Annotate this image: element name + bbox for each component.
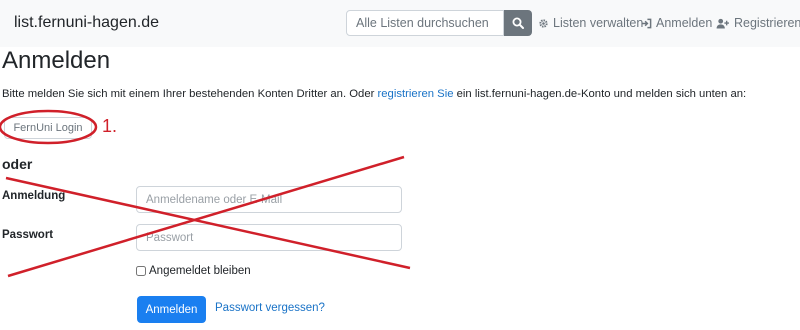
sign-in-icon — [641, 18, 652, 28]
login-label: Anmeldung — [2, 190, 66, 202]
gear-icon — [539, 18, 548, 28]
step-label: 1. — [102, 116, 118, 136]
nav-manage-lists-label: Listen verwalten — [553, 16, 644, 30]
annotation-overlay — [0, 109, 411, 278]
password-label: Passwort — [2, 229, 54, 241]
remember-me-checkbox[interactable] — [136, 266, 146, 276]
forgot-password-link[interactable]: Passwort vergessen? — [215, 302, 325, 314]
intro-text-before: Bitte melden Sie sich mit einem Ihrer be… — [2, 88, 378, 100]
search-button[interactable] — [504, 10, 532, 36]
intro-text-after: ein list.fernuni-hagen.de-Konto und meld… — [453, 88, 747, 100]
intro-text: Bitte melden Sie sich mit einem Ihrer be… — [2, 88, 746, 100]
user-plus-icon — [716, 18, 729, 29]
navbar: list.fernuni-hagen.de Listen verwalten A… — [0, 0, 800, 47]
nav-login[interactable]: Anmelden — [641, 16, 712, 30]
page-title: Anmelden — [2, 47, 111, 74]
nav-register[interactable]: Registrieren — [716, 16, 800, 30]
nav-login-label: Anmelden — [656, 16, 713, 30]
nav-register-label: Registrieren — [734, 16, 800, 30]
register-link[interactable]: registrieren Sie — [378, 88, 454, 100]
password-field[interactable] — [136, 224, 402, 251]
remember-me-label[interactable]: Angemeldet bleiben — [149, 265, 251, 277]
fernuni-login-button[interactable]: FernUni Login — [4, 117, 92, 139]
cross-line-2 — [7, 155, 405, 278]
remember-me: Angemeldet bleiben — [136, 265, 251, 277]
site-brand[interactable]: list.fernuni-hagen.de — [14, 14, 159, 32]
search-input[interactable] — [346, 10, 504, 36]
search-icon — [512, 17, 524, 29]
oder-heading: oder — [2, 156, 33, 172]
submit-login-button[interactable]: Anmelden — [137, 296, 206, 323]
username-field[interactable] — [136, 186, 402, 213]
nav-manage-lists[interactable]: Listen verwalten — [538, 16, 643, 30]
